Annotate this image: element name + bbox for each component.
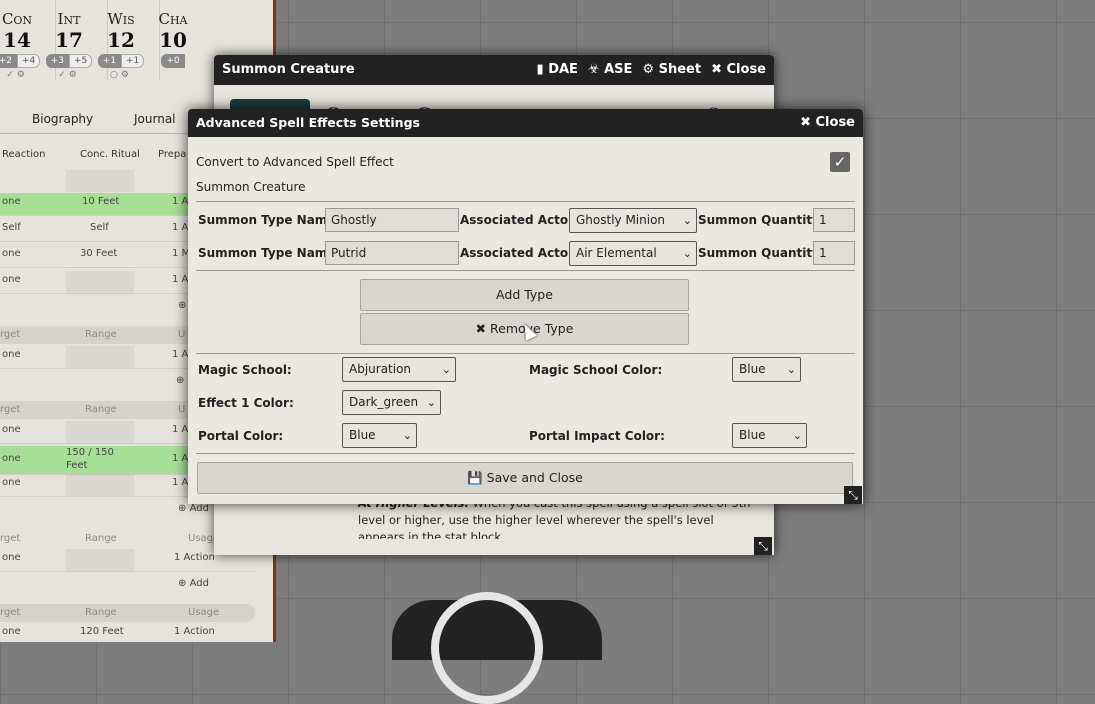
window-titlebar[interactable]: Summon Creature ▮ DAE ☣ ASE ⚙ Sheet ✖ Cl…: [214, 55, 774, 85]
chevron-down-icon: ⌄: [786, 363, 796, 376]
checkmark-icon: ✓: [833, 153, 847, 171]
associated-actor-label: Associated Actor:: [460, 246, 579, 260]
close-button[interactable]: ✖ Close: [800, 109, 855, 137]
window-title: Summon Creature: [222, 62, 355, 77]
add-button[interactable]: ⊕: [178, 300, 186, 311]
gear-icon: ⚙: [642, 62, 655, 77]
resize-handle-icon[interactable]: ⤡: [754, 537, 772, 555]
magic-school-color-select[interactable]: Blue ⌄: [732, 357, 801, 382]
dae-button[interactable]: ▮ DAE: [537, 55, 578, 85]
effect1-color-label: Effect 1 Color:: [198, 396, 294, 410]
chevron-down-icon: ⌄: [682, 247, 692, 260]
chevron-down-icon: ⌄: [441, 363, 451, 376]
tab-biography[interactable]: Biography: [32, 112, 93, 126]
sheet-button[interactable]: ⚙ Sheet: [642, 55, 701, 85]
save-close-button[interactable]: 💾 Save and Close: [197, 462, 853, 494]
save-icon: 💾: [467, 470, 483, 485]
add-button[interactable]: ⊕ Add: [178, 503, 209, 514]
chevron-down-icon: ⌄: [792, 429, 802, 442]
summon-quantity-label: Summon Quantity:: [698, 246, 825, 260]
ase-settings-window: Advanced Spell Effects Settings ✖ Close …: [188, 109, 863, 504]
ability-score: 10: [159, 28, 187, 52]
close-icon: ✖: [475, 321, 487, 336]
magic-school-label: Magic School:: [198, 363, 292, 377]
magic-school-color-label: Magic School Color:: [529, 363, 663, 377]
tab-journal[interactable]: Journal: [134, 112, 176, 126]
portal-color-label: Portal Color:: [198, 429, 284, 443]
ability-mod: +2: [0, 54, 17, 68]
magic-school-select[interactable]: Abjuration ⌄: [342, 357, 456, 382]
table-row[interactable]: one 120 Feet 1 Action: [0, 623, 255, 642]
ability-cha[interactable]: Cha 10 +0: [140, 0, 206, 95]
associated-actor-select[interactable]: Air Elemental ⌄: [569, 241, 697, 266]
summon-type-input[interactable]: Putrid: [325, 241, 459, 265]
close-icon: ✖: [711, 62, 722, 77]
spell-name: Summon Creature: [196, 180, 306, 194]
add-type-button[interactable]: Add Type: [360, 279, 689, 311]
ability-name: Cha: [158, 10, 188, 28]
resize-handle-icon[interactable]: ⤡: [844, 486, 862, 504]
summon-quantity-input[interactable]: 1: [813, 208, 855, 232]
effect1-color-select[interactable]: Dark_green ⌄: [342, 390, 441, 415]
window-title: Advanced Spell Effects Settings: [196, 115, 420, 130]
portal-color-select[interactable]: Blue ⌄: [342, 423, 417, 448]
convert-label: Convert to Advanced Spell Effect: [196, 155, 394, 169]
close-button[interactable]: ✖ Close: [711, 55, 766, 85]
biohazard-icon: ☣: [587, 62, 600, 77]
chevron-down-icon: ⌄: [426, 396, 436, 409]
associated-actor-select[interactable]: Ghostly Minion ⌄: [569, 208, 697, 233]
chevron-down-icon: ⌄: [402, 429, 412, 442]
spell-table-header: rget Range Usage: [0, 604, 255, 622]
portal-impact-color-select[interactable]: Blue ⌄: [732, 423, 807, 448]
clipboard-icon: ▮: [536, 62, 544, 77]
summon-type-label: Summon Type Name:: [198, 246, 341, 260]
ability-mod: +3: [45, 54, 69, 68]
summon-quantity-label: Summon Quantity:: [698, 213, 825, 227]
summon-type-label: Summon Type Name:: [198, 213, 341, 227]
portal-impact-color-label: Portal Impact Color:: [529, 429, 665, 443]
convert-checkbox[interactable]: ✓: [830, 152, 850, 172]
hud-emblem-icon: [431, 592, 543, 704]
ase-button[interactable]: ☣ ASE: [588, 55, 633, 85]
ability-mod: +1: [97, 54, 121, 68]
window-titlebar[interactable]: Advanced Spell Effects Settings ✖ Close: [188, 109, 863, 137]
chevron-down-icon: ⌄: [682, 214, 692, 227]
summon-type-input[interactable]: Ghostly: [325, 208, 459, 232]
summon-quantity-input[interactable]: 1: [813, 241, 855, 265]
add-button[interactable]: ⊕: [176, 375, 184, 386]
close-icon: ✖: [800, 115, 811, 130]
ability-mod: +0: [161, 54, 185, 68]
associated-actor-label: Associated Actor:: [460, 213, 579, 227]
add-button[interactable]: ⊕ Add: [178, 578, 209, 589]
